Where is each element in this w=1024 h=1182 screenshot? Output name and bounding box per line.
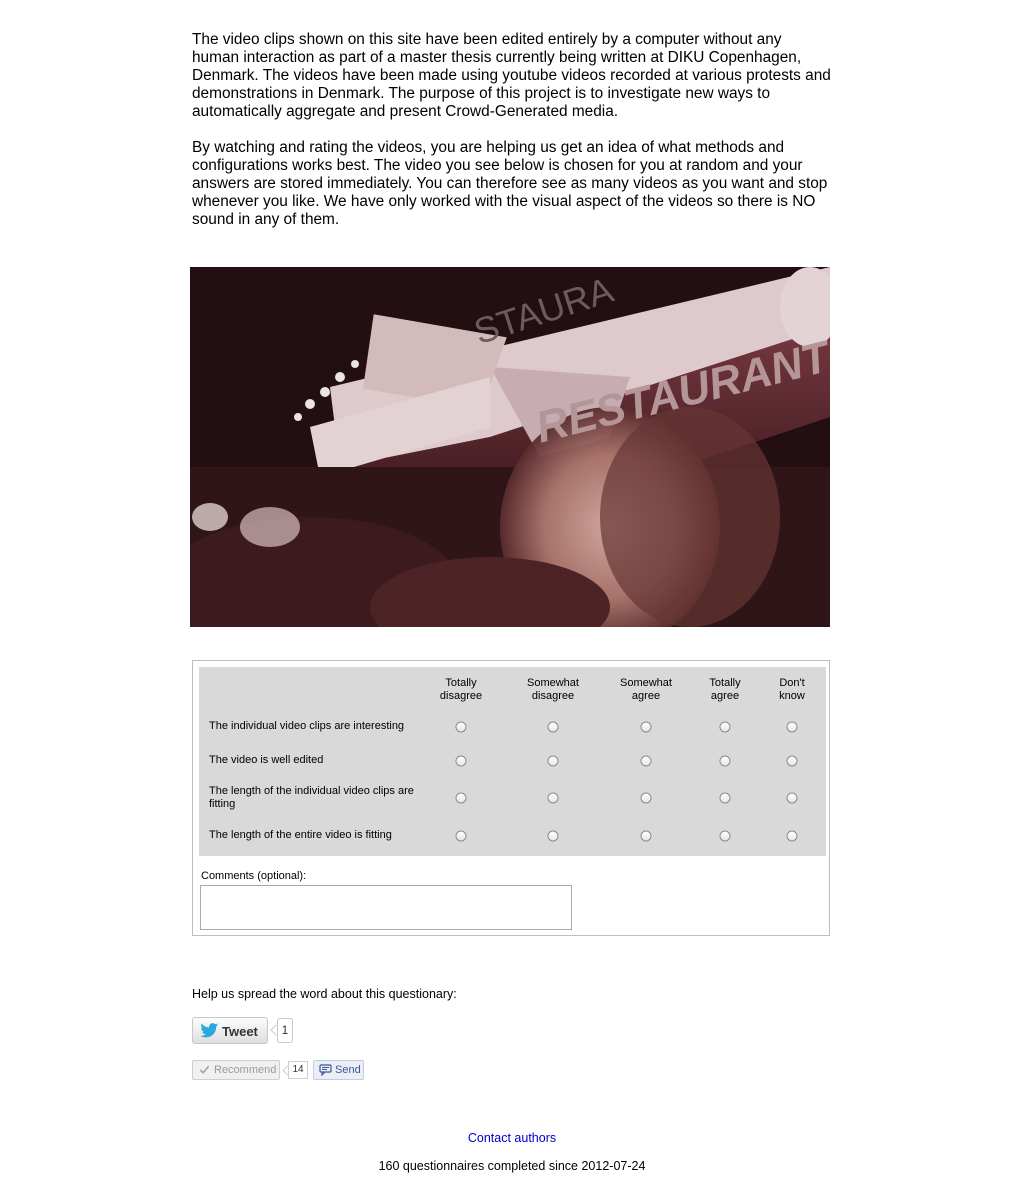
radio-q1-dont-know[interactable] xyxy=(786,721,798,733)
radio-q4-somewhat-agree[interactable] xyxy=(640,830,652,842)
intro-paragraph-2: By watching and rating the videos, you a… xyxy=(192,139,828,228)
column-header-totally-agree: Totally agree xyxy=(709,677,741,702)
radio-q2-totally-agree[interactable] xyxy=(719,755,731,767)
radio-q3-somewhat-disagree[interactable] xyxy=(547,792,559,804)
question-label: The video is well edited xyxy=(209,754,324,766)
send-label: Send xyxy=(335,1064,361,1076)
radio-q3-totally-disagree[interactable] xyxy=(455,792,467,804)
radio-q4-totally-disagree[interactable] xyxy=(455,830,467,842)
tweet-count: 1 xyxy=(277,1018,293,1043)
column-header-totally-disagree: Totally disagree xyxy=(439,677,483,702)
video-frame: RESTAURANT STAURA xyxy=(190,267,830,627)
column-header-dont-know: Don't know xyxy=(779,677,805,702)
radio-q2-somewhat-disagree[interactable] xyxy=(547,755,559,767)
video-player[interactable]: RESTAURANT STAURA xyxy=(190,267,830,627)
spread-word-text: Help us spread the word about this quest… xyxy=(192,987,457,1001)
radio-q4-dont-know[interactable] xyxy=(786,830,798,842)
radio-q2-totally-disagree[interactable] xyxy=(455,755,467,767)
send-speech-icon xyxy=(319,1064,332,1079)
tweet-label: Tweet xyxy=(222,1024,258,1039)
completed-count-text: 160 questionnaires completed since 2012-… xyxy=(378,1159,646,1173)
comments-field[interactable] xyxy=(200,885,572,930)
radio-q4-totally-agree[interactable] xyxy=(719,830,731,842)
comments-label: Comments (optional): xyxy=(201,870,307,882)
radio-q1-somewhat-agree[interactable] xyxy=(640,721,652,733)
recommend-count: 14 xyxy=(288,1061,308,1079)
radio-q2-somewhat-agree[interactable] xyxy=(640,755,652,767)
column-header-somewhat-agree: Somewhat agree xyxy=(620,677,672,702)
column-header-somewhat-disagree: Somewhat disagree xyxy=(527,677,579,702)
question-label: The length of the entire video is fittin… xyxy=(209,829,392,841)
question-label: The length of the individual video clips… xyxy=(209,785,414,810)
contact-section: Contact authors xyxy=(0,1131,1024,1145)
recommend-button[interactable]: Recommend xyxy=(192,1060,280,1080)
rating-grid: Totally disagree Somewhat disagree Somewha… xyxy=(199,667,826,856)
radio-q3-totally-agree[interactable] xyxy=(719,792,731,804)
radio-q1-totally-agree[interactable] xyxy=(719,721,731,733)
question-label: The individual video clips are interesti… xyxy=(209,720,405,732)
rating-form: Totally disagree Somewhat disagree Somewha… xyxy=(192,660,830,936)
tweet-button[interactable]: Tweet xyxy=(192,1017,268,1044)
recommend-label: Recommend xyxy=(214,1064,277,1076)
radio-q2-dont-know[interactable] xyxy=(786,755,798,767)
send-button[interactable]: Send xyxy=(313,1060,364,1080)
radio-q4-somewhat-disagree[interactable] xyxy=(547,830,559,842)
checkmark-icon xyxy=(199,1064,210,1078)
twitter-bird-icon xyxy=(200,1023,219,1041)
intro-paragraph-1: The video clips shown on this site have … xyxy=(192,31,831,120)
radio-q3-dont-know[interactable] xyxy=(786,792,798,804)
intro-text: The video clips shown on this site have … xyxy=(192,31,832,229)
radio-q1-totally-disagree[interactable] xyxy=(455,721,467,733)
radio-q3-somewhat-agree[interactable] xyxy=(640,792,652,804)
radio-q1-somewhat-disagree[interactable] xyxy=(547,721,559,733)
contact-authors-link[interactable]: Contact authors xyxy=(468,1131,556,1145)
